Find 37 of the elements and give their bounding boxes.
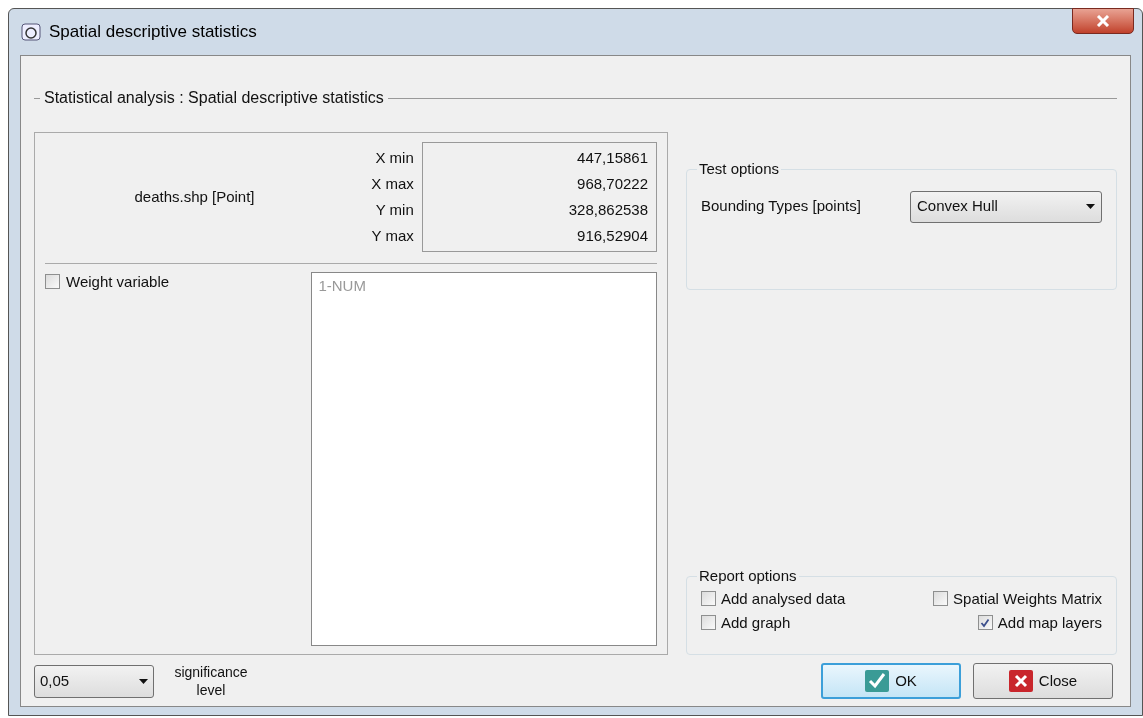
checkbox[interactable] xyxy=(45,274,60,289)
extent-value: 328,862538 xyxy=(568,200,648,220)
checkbox[interactable] xyxy=(977,615,993,630)
caret-icon xyxy=(1086,204,1095,209)
extent-label: Y max xyxy=(371,226,414,246)
group-title: Report options xyxy=(698,566,798,586)
close-button[interactable]: Close xyxy=(973,663,1113,699)
checkmark-icon xyxy=(980,617,991,628)
extent-value: 916,52904 xyxy=(577,226,648,246)
window-title: Spatial descriptive statistics xyxy=(49,21,257,44)
extent-label: X max xyxy=(371,174,414,194)
extent-value: 447,15861 xyxy=(577,148,648,168)
checkbox[interactable] xyxy=(933,591,949,606)
layer-name: deaths.shp [Point] xyxy=(133,186,256,207)
checkmark-icon xyxy=(865,670,890,692)
checkbox[interactable] xyxy=(701,591,716,606)
extent-label: Y min xyxy=(375,200,414,220)
caret-icon xyxy=(139,678,148,684)
extent-value: 968,70222 xyxy=(577,174,648,194)
checkbox-label: Spatial Weights Matrix xyxy=(953,589,1102,608)
app-icon xyxy=(21,23,41,41)
group-title: Test options xyxy=(698,159,781,179)
section-title: Statistical analysis : Spatial descriptive statistics xyxy=(43,88,385,108)
checkbox-label: Add graph xyxy=(721,613,791,632)
close-window-button[interactable] xyxy=(1072,8,1134,34)
checkbox-label: Weight variable xyxy=(66,274,170,290)
ok-button[interactable]: OK xyxy=(821,663,961,699)
significance-dropdown[interactable]: 0,05 xyxy=(34,664,154,698)
significance-label: significance level xyxy=(173,663,249,699)
checkbox[interactable] xyxy=(701,615,716,630)
field-label: Bounding Types [points] xyxy=(701,196,861,217)
checkbox-label: Add analysed data xyxy=(721,589,846,608)
checkbox-label: Add map layers xyxy=(997,613,1102,632)
close-icon xyxy=(1096,15,1110,27)
bounding-type-dropdown[interactable]: Convex Hull xyxy=(910,190,1102,223)
extent-label: X min xyxy=(375,148,414,168)
close-icon xyxy=(1008,670,1033,692)
